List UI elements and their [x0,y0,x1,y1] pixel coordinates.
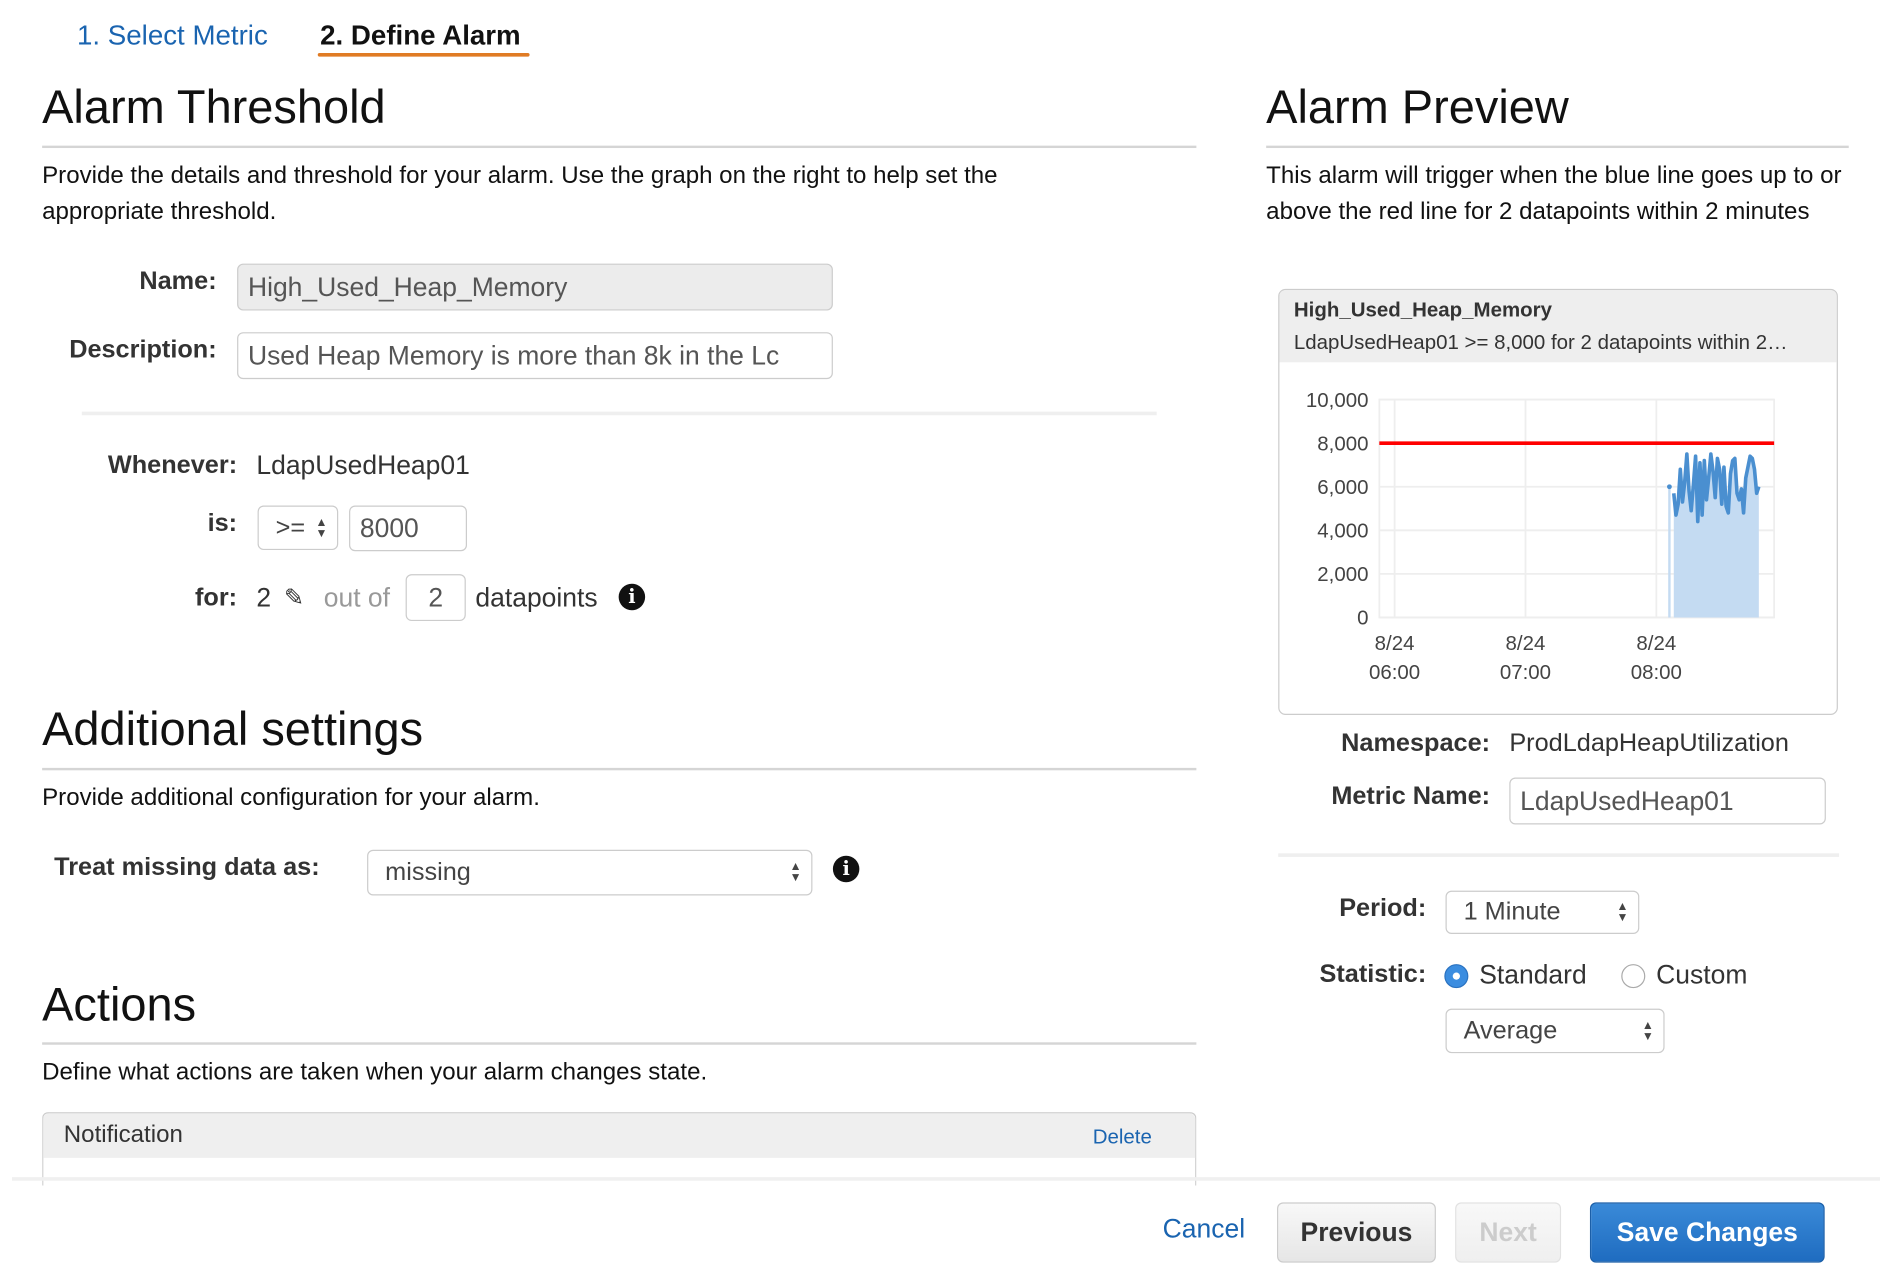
info-icon[interactable]: i [832,855,860,883]
divider [1278,853,1840,857]
metric-name-label: Metric Name: [1331,782,1491,811]
info-icon[interactable]: i [618,583,646,611]
y-tick-label: 8,000 [1317,432,1368,455]
additional-description: Provide additional configuration for you… [42,784,540,812]
operator-value: >= [275,513,306,542]
namespace-label: Namespace: [1341,729,1491,758]
y-tick-label: 10,000 [1306,389,1369,412]
statistic-label: Statistic: [1319,960,1427,989]
preview-description: This alarm will trigger when the blue li… [1266,162,1842,226]
notification-panel: Notification Delete [42,1112,1197,1186]
divider [42,767,1197,771]
y-tick-label: 4,000 [1317,520,1368,543]
y-tick-label: 2,000 [1317,563,1368,586]
missing-data-label: Treat missing data as: [54,853,320,882]
actions-heading: Actions [42,979,197,1032]
metric-name-input[interactable]: LdapUsedHeap01 [1509,777,1826,825]
standard-radio[interactable] [1444,964,1469,989]
select-arrows-icon: ▲ ▼ [1616,900,1629,925]
whenever-label: Whenever: [107,451,238,480]
previous-button[interactable]: Previous [1277,1202,1436,1263]
y-tick-label: 6,000 [1317,476,1368,499]
datapoints-text: datapoints [475,582,598,613]
select-arrows-icon: ▲ ▼ [789,860,802,885]
alarm-threshold-heading: Alarm Threshold [42,81,386,134]
is-label: is: [207,509,238,537]
y-tick-label: 0 [1357,607,1368,630]
tab-select-metric[interactable]: 1. Select Metric [77,19,268,51]
datapoints-to-alarm: 2 [256,582,272,613]
description-label: Description: [69,335,217,364]
namespace-value: ProdLdapHeapUtilization [1509,729,1789,758]
metric-name-value: LdapUsedHeap01 [256,450,470,481]
alarm-preview-heading: Alarm Preview [1266,81,1569,134]
custom-radio[interactable] [1621,964,1646,989]
divider [1266,145,1849,149]
select-arrows-icon: ▲ ▼ [315,515,328,540]
save-changes-button[interactable]: Save Changes [1589,1202,1825,1263]
divider [81,411,1157,416]
tab-define-alarm[interactable]: 2. Define Alarm [320,19,521,51]
period-value: 1 Minute [1463,897,1561,926]
period-select[interactable]: 1 Minute ▲ ▼ [1445,890,1640,934]
divider [42,1042,1197,1045]
additional-settings-heading: Additional settings [42,704,424,756]
next-button[interactable]: Next [1455,1202,1562,1263]
footer-divider [12,1177,1880,1181]
name-input[interactable]: High_Used_Heap_Memory [237,263,833,311]
statistic-select[interactable]: Average ▲ ▼ [1445,1008,1665,1054]
for-label: for: [194,583,238,612]
description-input[interactable]: Used Heap Memory is more than 8k in the … [237,332,833,380]
x-tick-date: 8/24 [1636,632,1676,655]
period-label: Period: [1339,894,1427,922]
edit-pencil-icon[interactable]: ✎ [284,583,304,613]
x-tick-date: 8/24 [1375,632,1415,655]
statistic-value: Average [1463,1016,1558,1045]
isolated-data-point [1667,484,1672,490]
active-tab-indicator [317,52,530,57]
threshold-description: Provide the details and threshold for yo… [42,162,998,226]
x-tick-time: 06:00 [1369,661,1420,684]
preview-chart-panel: High_Used_Heap_Memory LdapUsedHeap01 >= … [1278,288,1838,715]
operator-select[interactable]: >= ▲ ▼ [257,505,339,551]
x-tick-time: 08:00 [1631,661,1682,684]
delete-link[interactable]: Delete [1093,1125,1152,1149]
cancel-link[interactable]: Cancel [1163,1213,1245,1244]
metric-chart: 10,000 8,000 6,000 4,000 2,000 0 8/24 06:00 8/24… [1306,389,1776,684]
threshold-input[interactable]: 8000 [349,505,467,552]
select-arrows-icon: ▲ ▼ [1641,1018,1654,1043]
out-of-text: out of [323,582,391,613]
x-tick-time: 07:00 [1500,661,1551,684]
divider [42,145,1197,149]
x-tick-date: 8/24 [1506,632,1546,655]
notification-title: Notification [63,1121,183,1149]
name-label: Name: [139,267,217,295]
missing-data-value: missing [385,858,471,886]
actions-description: Define what actions are taken when your … [42,1059,708,1086]
evaluation-periods-input[interactable]: 2 [405,574,466,622]
missing-data-select[interactable]: missing ▲ ▼ [367,849,813,896]
standard-label: Standard [1479,959,1587,990]
custom-label: Custom [1656,959,1748,990]
